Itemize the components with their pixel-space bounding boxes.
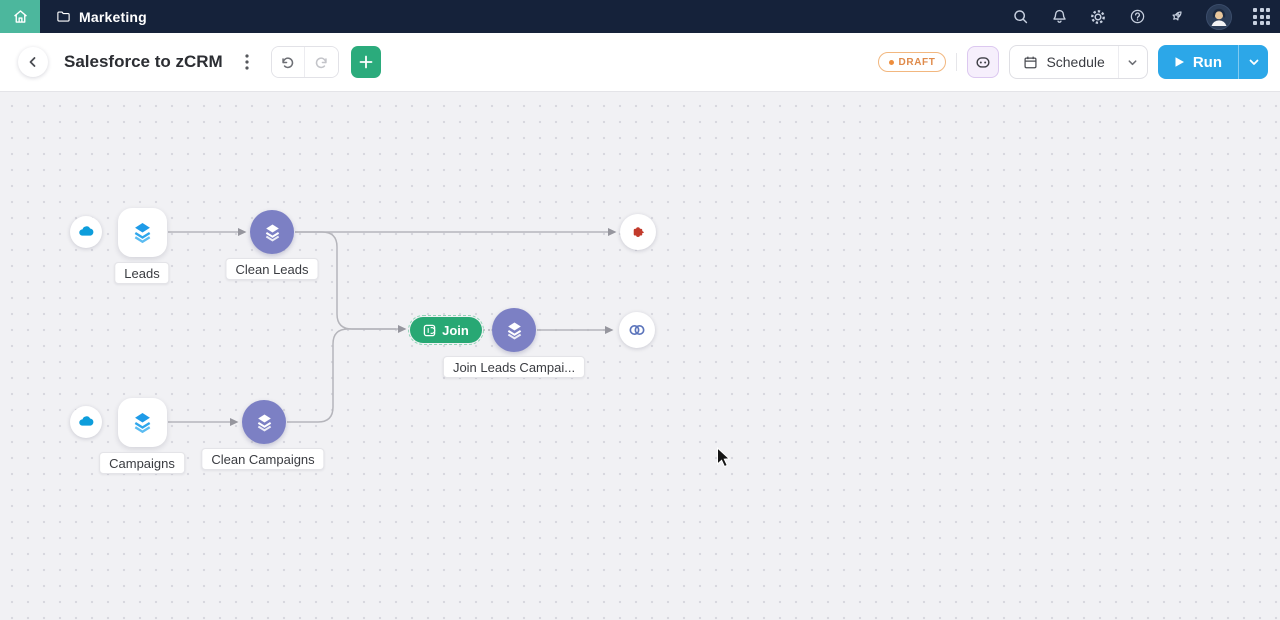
help-icon[interactable] xyxy=(1128,8,1146,26)
node-leads-dataset[interactable] xyxy=(118,208,167,257)
whats-new-rocket-icon[interactable] xyxy=(1167,8,1185,26)
status-badge: DRAFT xyxy=(877,52,947,72)
more-options-kebab-icon[interactable] xyxy=(237,48,257,76)
layers-icon xyxy=(257,413,271,432)
status-dot xyxy=(888,59,894,65)
notifications-icon[interactable] xyxy=(1050,8,1068,26)
status-text: DRAFT xyxy=(898,56,936,68)
search-icon[interactable] xyxy=(1011,8,1029,26)
join-leads-campaigns-label[interactable]: Join Leads Campai... xyxy=(442,356,586,378)
node-marketing-automation-destination[interactable] xyxy=(620,214,656,250)
undo-button[interactable] xyxy=(271,47,305,77)
chevron-down-icon xyxy=(1128,59,1137,65)
campaigns-dataset-label[interactable]: Campaigns xyxy=(99,452,185,474)
pipeline-canvas[interactable]: Leads Clean Leads Join Join Leads Campai… xyxy=(0,92,1280,620)
leads-dataset-label[interactable]: Leads xyxy=(114,262,170,284)
project-name: Marketing xyxy=(79,8,147,25)
topbar-actions xyxy=(1011,0,1270,33)
toolbar-right: DRAFT Schedule Run xyxy=(877,33,1268,91)
layers-icon xyxy=(134,413,151,434)
pipeline-toolbar: Salesforce to zCRM DRAFT Schedule Run xyxy=(0,33,1280,92)
plus-icon xyxy=(359,55,373,69)
run-button[interactable]: Run xyxy=(1158,45,1238,79)
home-button[interactable] xyxy=(0,0,40,33)
layers-icon xyxy=(134,223,151,244)
top-app-bar: Marketing xyxy=(0,0,1280,33)
schedule-label: Schedule xyxy=(1046,54,1105,70)
edge-cleancampaigns-to-join xyxy=(287,325,407,423)
clean-leads-label[interactable]: Clean Leads xyxy=(225,258,319,280)
zoho-crm-icon xyxy=(629,325,645,335)
salesforce-icon xyxy=(79,226,94,236)
pipeline-edges xyxy=(168,228,617,426)
node-salesforce-campaigns-source[interactable] xyxy=(70,406,102,438)
schedule-dropdown-caret[interactable] xyxy=(1117,46,1147,78)
redo-icon xyxy=(315,56,327,68)
node-campaigns-dataset[interactable] xyxy=(118,398,167,447)
pipeline-title: Salesforce to zCRM xyxy=(64,52,223,71)
folder-icon xyxy=(57,11,70,22)
dataprep-pipeline-page: Marketing Salesforce to zCRM DRAFT Sched… xyxy=(0,0,1280,620)
chevron-left-icon xyxy=(29,57,36,67)
assistant-bot-button[interactable] xyxy=(967,46,1000,78)
user-avatar[interactable] xyxy=(1206,3,1232,30)
toolbar-left: Salesforce to zCRM xyxy=(18,33,381,91)
run-label: Run xyxy=(1192,53,1222,71)
layers-icon xyxy=(507,321,521,340)
play-icon xyxy=(1175,57,1184,67)
divider xyxy=(956,53,958,71)
node-salesforce-leads-source[interactable] xyxy=(70,216,102,248)
node-join-operation[interactable]: Join xyxy=(407,314,485,346)
node-clean-campaigns-stage[interactable] xyxy=(242,400,286,444)
apps-grid-icon[interactable] xyxy=(1253,8,1270,25)
mouse-cursor xyxy=(717,447,731,468)
clean-campaigns-label[interactable]: Clean Campaigns xyxy=(201,448,325,470)
home-icon xyxy=(13,10,27,23)
node-zoho-crm-destination[interactable] xyxy=(619,312,655,348)
salesforce-icon xyxy=(79,416,94,426)
node-join-leads-campaigns-stage[interactable] xyxy=(492,308,536,352)
layers-icon xyxy=(265,223,279,242)
settings-icon[interactable] xyxy=(1089,8,1107,26)
join-icon xyxy=(423,324,436,336)
join-label: Join xyxy=(442,322,469,338)
zoho-marketing-automation-icon xyxy=(633,227,644,238)
schedule-button-group: Schedule xyxy=(1009,45,1148,79)
edge-cleanleads-to-join xyxy=(295,231,396,330)
calendar-icon xyxy=(1024,56,1037,68)
redo-button[interactable] xyxy=(304,47,338,77)
add-node-button[interactable] xyxy=(350,46,381,78)
undo-redo-group xyxy=(270,46,339,78)
back-button[interactable] xyxy=(18,47,48,77)
schedule-button[interactable]: Schedule xyxy=(1010,46,1117,78)
assistant-bot-icon xyxy=(976,57,991,68)
undo-icon xyxy=(282,56,294,68)
run-button-group: Run xyxy=(1157,45,1268,79)
run-dropdown-caret[interactable] xyxy=(1238,45,1268,79)
node-clean-leads-stage[interactable] xyxy=(250,210,294,254)
chevron-down-icon xyxy=(1249,59,1258,65)
breadcrumb[interactable]: Marketing xyxy=(56,9,147,25)
